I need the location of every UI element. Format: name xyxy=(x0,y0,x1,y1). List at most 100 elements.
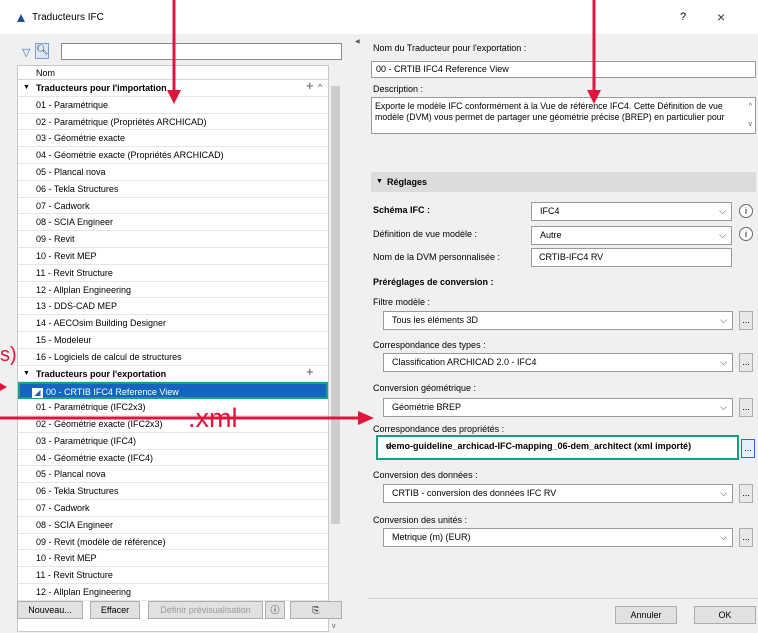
geometry-browse-button[interactable]: ... xyxy=(739,398,753,417)
scroll-up-icon[interactable]: ^ xyxy=(749,101,752,112)
help-button[interactable]: ? xyxy=(680,11,686,23)
presets-label: Préréglages de conversion : xyxy=(373,277,494,287)
list-item[interactable]: 08 - SCIA Engineer xyxy=(18,214,328,232)
settings-section-header[interactable]: ▼ Réglages xyxy=(371,172,756,192)
unit-conversion-browse-button[interactable]: ... xyxy=(739,528,753,547)
geometry-select[interactable]: Géométrie BREP ⌵ xyxy=(383,398,733,417)
chevron-down-icon: ⌵ xyxy=(719,206,726,216)
export-group-label: Traducteurs pour l'exportation xyxy=(36,368,167,379)
list-item[interactable]: 10 - Revit MEP xyxy=(18,248,328,265)
list-item[interactable]: 02 - Paramétrique (Propriétés ARCHICAD) xyxy=(18,114,328,131)
list-item[interactable]: 07 - Cadwork xyxy=(18,198,328,215)
list-item[interactable]: 03 - Paramétrique (IFC4) xyxy=(18,433,328,450)
list-item[interactable]: 09 - Revit xyxy=(18,231,328,248)
cancel-button[interactable]: Annuler xyxy=(615,606,677,624)
filter-icon[interactable]: ▽ xyxy=(22,46,30,59)
column-header[interactable]: Nom xyxy=(18,66,328,80)
collapse-icon[interactable]: ▼ xyxy=(376,172,383,192)
schema-info-icon[interactable]: i xyxy=(739,204,753,218)
new-button[interactable]: Nouveau... xyxy=(17,601,83,619)
collapse-icon[interactable]: ▼ xyxy=(23,366,30,383)
schema-select[interactable]: IFC4 ⌵ xyxy=(531,202,732,221)
collapse-icon[interactable]: ▼ xyxy=(23,80,30,97)
ok-button[interactable]: OK xyxy=(694,606,756,624)
list-item[interactable]: 12 - Allplan Engineering xyxy=(18,282,328,299)
translator-settings-panel: Nom du Traducteur pour l'exportation : 0… xyxy=(368,34,758,630)
type-mapping-label: Correspondance des types : xyxy=(373,340,486,350)
data-conversion-value: CRTIB - conversion des données IFC RV xyxy=(392,488,557,498)
list-item[interactable]: 15 - Modeleur xyxy=(18,332,328,349)
type-mapping-browse-button[interactable]: ... xyxy=(739,353,753,372)
mvd-select[interactable]: Autre ⌵ xyxy=(531,226,732,245)
list-item[interactable]: 06 - Tekla Structures xyxy=(18,181,328,198)
chevron-down-icon: ⌵ xyxy=(720,532,727,542)
list-scrollbar[interactable]: v xyxy=(329,78,342,633)
data-conversion-browse-button[interactable]: ... xyxy=(739,484,753,503)
dialog-button-bar: Annuler OK xyxy=(368,598,758,630)
list-item[interactable]: 09 - Revit (modèle de référence) xyxy=(18,534,328,551)
data-conversion-label: Conversion des données : xyxy=(373,470,478,480)
data-conversion-select[interactable]: CRTIB - conversion des données IFC RV ⌵ xyxy=(383,484,733,503)
description-textarea[interactable]: Exporte le modèle IFC conformément à la … xyxy=(371,97,756,134)
translator-name-input[interactable]: 00 - CRTIB IFC4 Reference View xyxy=(371,61,756,78)
scroll-up-icon[interactable]: ^ xyxy=(318,79,322,96)
info-button[interactable]: ⓘ xyxy=(265,601,285,619)
window-title: Traducteurs IFC xyxy=(32,12,104,23)
list-item[interactable]: 05 - Plancal nova xyxy=(18,466,328,484)
property-mapping-select[interactable]: demo-guideline_archicad-IFC-mapping_06-d… xyxy=(376,435,739,460)
property-mapping-browse-button[interactable]: ... xyxy=(741,439,755,458)
list-item[interactable]: 13 - DDS-CAD MEP xyxy=(18,298,328,316)
import-file-button[interactable]: ⎘ xyxy=(290,601,342,619)
list-item[interactable]: 07 - Cadwork xyxy=(18,500,328,517)
add-import-icon[interactable]: + xyxy=(306,78,314,95)
model-filter-browse-button[interactable]: ... xyxy=(739,311,753,330)
cut-annotation-label: s) xyxy=(0,344,17,366)
set-preview-button[interactable]: Définir prévisualisation xyxy=(148,601,263,619)
filter-bar: ▽ 🔍︎ xyxy=(17,39,342,63)
list-item[interactable]: 03 - Géométrie exacte xyxy=(18,130,328,148)
list-item[interactable]: 04 - Géométrie exacte (IFC4) xyxy=(18,450,328,467)
list-item[interactable]: 14 - AECOsim Building Designer xyxy=(18,315,328,332)
mvd-info-icon[interactable]: i xyxy=(739,227,753,241)
chevron-down-icon: ⌵ xyxy=(719,230,726,240)
search-input[interactable] xyxy=(61,43,342,60)
unit-conversion-select[interactable]: Metrique (m) (EUR) ⌵ xyxy=(383,528,733,547)
list-item[interactable]: 01 - Paramétrique xyxy=(18,97,328,114)
type-mapping-select[interactable]: Classification ARCHICAD 2.0 - IFC4 ⌵ xyxy=(383,353,733,372)
import-group-header[interactable]: ▼ Traducteurs pour l'importation + ^ xyxy=(18,78,328,97)
custom-mvd-input[interactable]: CRTIB-IFC4 RV xyxy=(531,248,732,267)
custom-mvd-label: Nom de la DVM personnalisée : xyxy=(373,252,501,262)
selected-translator-row[interactable]: ◢ 00 - CRTIB IFC4 Reference View xyxy=(18,382,328,400)
chevron-down-icon: ⌵ xyxy=(720,357,727,367)
model-filter-select[interactable]: Tous les éléments 3D ⌵ xyxy=(383,311,733,330)
name-label: Nom du Traducteur pour l'exportation : xyxy=(373,43,527,53)
translator-list-panel: ▽ 🔍︎ Nom ▼ Traducteurs pour l'importation… xyxy=(17,34,342,633)
list-item[interactable]: 04 - Géométrie exacte (Propriétés ARCHIC… xyxy=(18,147,328,164)
add-export-icon[interactable]: + xyxy=(306,364,314,381)
close-button[interactable]: × xyxy=(717,9,725,25)
translator-tree: Nom ▼ Traducteurs pour l'importation + ^ 0… xyxy=(17,65,329,632)
list-item[interactable]: 01 - Paramétrique (IFC2x3) xyxy=(18,399,328,416)
chevron-down-icon: ⌵ xyxy=(720,315,727,325)
list-button-bar: Nouveau... Effacer Définir prévisualisat… xyxy=(17,601,342,625)
scroll-down-icon[interactable]: v xyxy=(749,119,753,130)
list-item[interactable]: 10 - Revit MEP xyxy=(18,550,328,568)
list-item[interactable]: 11 - Revit Structure xyxy=(18,567,328,584)
list-item[interactable]: 08 - SCIA Engineer xyxy=(18,517,328,534)
model-filter-label: Filtre modèle : xyxy=(373,297,431,307)
chevron-down-icon: ⌵ xyxy=(720,402,727,412)
property-mapping-label: Correspondance des propriétés : xyxy=(373,424,505,434)
divider xyxy=(368,598,758,599)
delete-button[interactable]: Effacer xyxy=(90,601,140,619)
list-item[interactable]: 06 - Tekla Structures xyxy=(18,483,328,500)
list-item[interactable]: 11 - Revit Structure xyxy=(18,265,328,282)
collapse-panel-icon[interactable]: ◀ xyxy=(355,38,360,45)
list-item[interactable]: 05 - Plancal nova xyxy=(18,164,328,181)
search-icon[interactable]: 🔍︎ xyxy=(35,43,49,59)
export-group-header[interactable]: ▼ Traducteurs pour l'exportation + xyxy=(18,364,328,383)
list-item[interactable]: 02 - Géométrie exacte (IFC2x3) xyxy=(18,416,328,433)
archicad-logo-icon xyxy=(17,14,25,22)
list-item[interactable]: 16 - Logiciels de calcul de structures xyxy=(18,349,328,366)
list-item[interactable]: 12 - Allplan Engineering xyxy=(18,584,328,601)
scrollbar-thumb[interactable] xyxy=(331,86,340,524)
